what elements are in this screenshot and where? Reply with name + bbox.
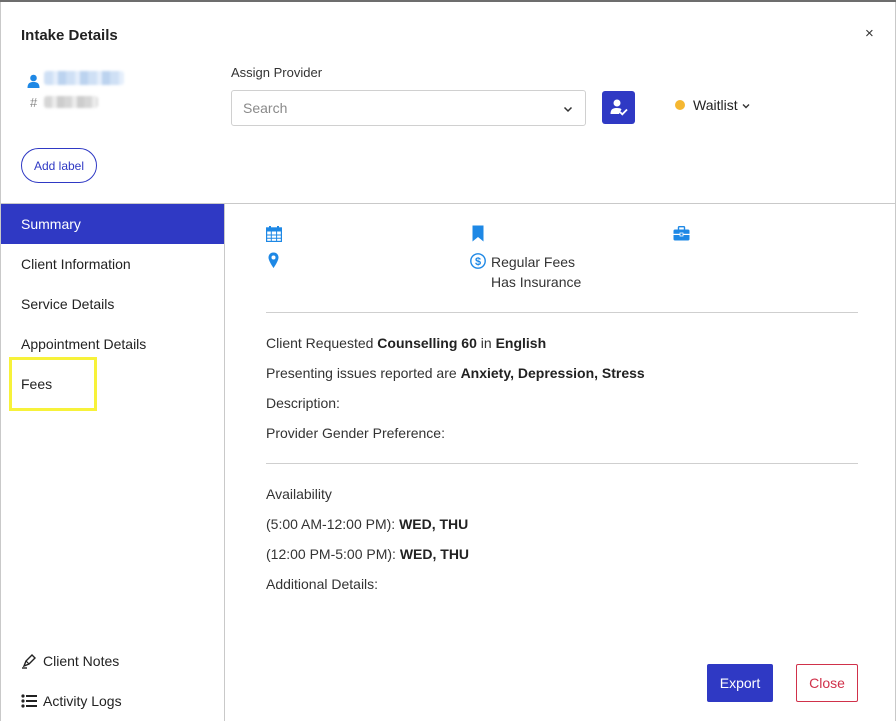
dollar-circle-icon: $ bbox=[470, 253, 486, 269]
content-divider bbox=[266, 312, 858, 313]
insurance-status: Has Insurance bbox=[491, 274, 582, 290]
issues-prefix: Presenting issues reported are bbox=[266, 365, 457, 381]
assign-provider-button[interactable] bbox=[602, 91, 635, 124]
description-label: Description: bbox=[266, 395, 340, 411]
summary-panel: $ Regular Fees Has Insurance Client Requ… bbox=[226, 204, 896, 721]
client-name-redacted bbox=[44, 71, 124, 85]
sidebar-item-service-details[interactable]: Service Details bbox=[1, 284, 224, 324]
presenting-issues: Anxiety, Depression, Stress bbox=[460, 365, 645, 381]
intake-details-modal: Intake Details × # Assign Provider Waitl… bbox=[0, 2, 896, 721]
client-id-redacted bbox=[44, 96, 98, 108]
status-dot bbox=[675, 100, 685, 110]
availability-slot: (5:00 AM-12:00 PM): WED, THU bbox=[266, 516, 468, 532]
list-icon bbox=[21, 694, 37, 708]
provider-search-select[interactable] bbox=[231, 90, 586, 126]
slot-time: (5:00 AM-12:00 PM): bbox=[266, 516, 396, 532]
gender-preference-label: Provider Gender Preference: bbox=[266, 425, 445, 441]
assign-provider-label: Assign Provider bbox=[231, 65, 323, 80]
chevron-down-icon[interactable] bbox=[562, 103, 574, 115]
activity-logs-label: Activity Logs bbox=[43, 693, 122, 709]
pen-icon bbox=[22, 654, 36, 669]
export-button[interactable]: Export bbox=[707, 664, 773, 702]
fees-highlight-box bbox=[9, 357, 97, 411]
chevron-down-icon[interactable] bbox=[741, 101, 751, 111]
provider-search-input[interactable] bbox=[243, 100, 543, 116]
presenting-issues-line: Presenting issues reported are Anxiety, … bbox=[266, 365, 645, 381]
briefcase-icon bbox=[673, 226, 690, 241]
client-request-line: Client Requested Counselling 60 in Engli… bbox=[266, 335, 546, 351]
close-icon[interactable]: × bbox=[865, 26, 874, 42]
client-id-hash: # bbox=[30, 95, 38, 110]
request-prefix: Client Requested bbox=[266, 335, 374, 351]
slot-days: WED, THU bbox=[399, 546, 470, 562]
sidebar-nav: Summary Client Information Service Detai… bbox=[1, 204, 225, 721]
availability-title: Availability bbox=[266, 486, 332, 502]
slot-time: (12:00 PM-5:00 PM): bbox=[266, 546, 396, 562]
bookmark-icon bbox=[472, 225, 484, 242]
location-pin-icon bbox=[268, 252, 279, 268]
additional-details-label: Additional Details: bbox=[266, 576, 379, 592]
availability-slot: (12:00 PM-5:00 PM): WED, THU bbox=[266, 546, 469, 562]
calendar-icon bbox=[266, 226, 282, 242]
sidebar-item-summary[interactable]: Summary bbox=[1, 204, 224, 244]
user-icon bbox=[27, 74, 40, 88]
activity-logs-link[interactable]: Activity Logs bbox=[21, 693, 122, 709]
requested-service: Counselling 60 bbox=[377, 335, 477, 351]
modal-title: Intake Details bbox=[21, 27, 118, 44]
svg-text:$: $ bbox=[475, 256, 481, 268]
content-divider bbox=[266, 463, 858, 464]
request-in: in bbox=[480, 335, 492, 351]
client-notes-label: Client Notes bbox=[43, 653, 120, 669]
slot-days: WED, THU bbox=[399, 516, 469, 532]
status-dropdown[interactable]: Waitlist bbox=[693, 97, 738, 113]
requested-language: English bbox=[495, 335, 547, 351]
sidebar-item-client-information[interactable]: Client Information bbox=[1, 244, 224, 284]
fee-type: Regular Fees bbox=[491, 254, 576, 270]
client-notes-link[interactable]: Client Notes bbox=[21, 653, 119, 669]
close-button[interactable]: Close bbox=[796, 664, 858, 702]
user-check-icon bbox=[610, 99, 628, 116]
add-label-button[interactable]: Add label bbox=[21, 148, 97, 183]
